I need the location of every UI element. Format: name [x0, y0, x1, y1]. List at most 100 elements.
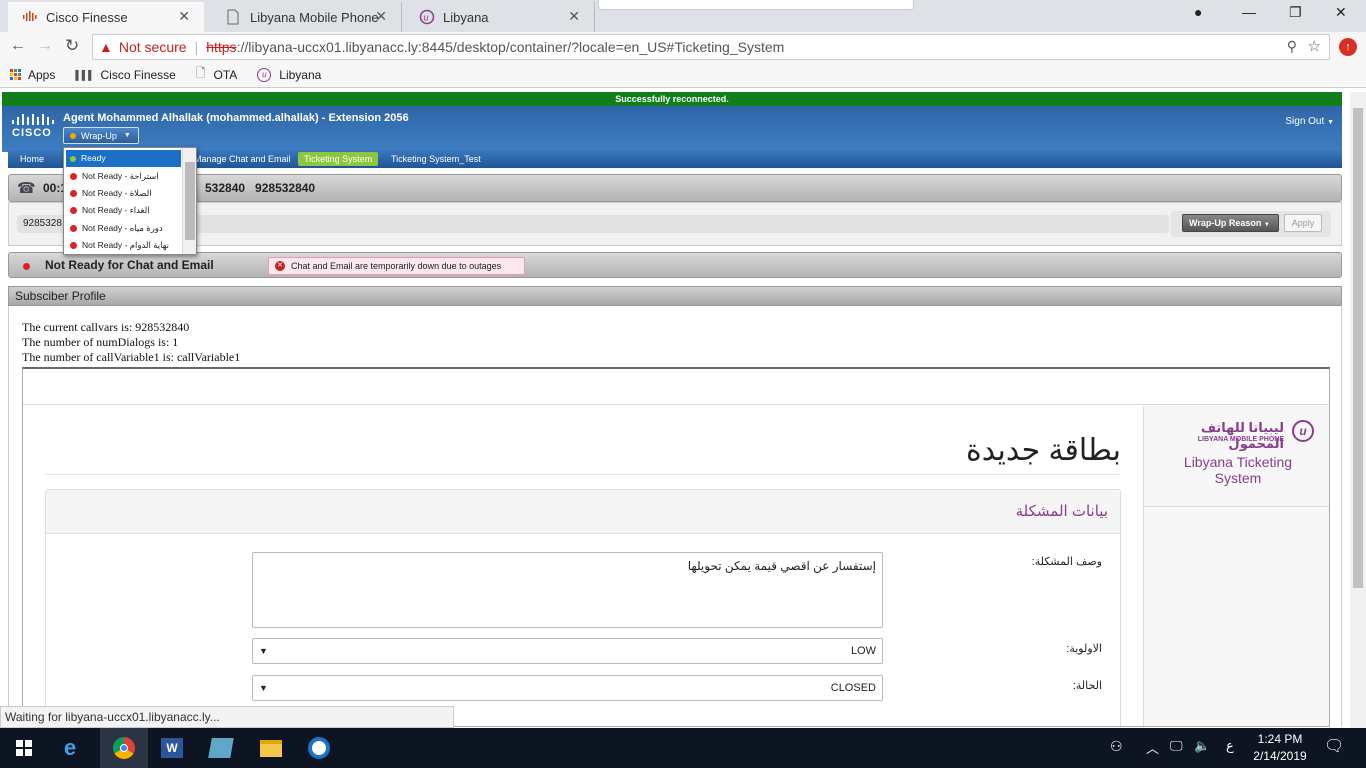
clock[interactable]: 1:24 PM 2/14/2019 [1248, 731, 1312, 765]
start-windows-icon[interactable] [16, 740, 32, 759]
priority-select[interactable]: ▼ LOW [252, 638, 883, 664]
menu-scrollbar[interactable] [182, 148, 196, 254]
page-title: بطاقة جديدة [966, 434, 1121, 467]
phone-icon: ☎ [17, 180, 36, 197]
wrapup-status-icon [70, 132, 76, 139]
brand-english: LIBYANA MOBILE PHONE [1197, 436, 1284, 443]
problem-section: بيانات المشكلة وصف المشكلة: إستفسار عن ا… [45, 489, 1121, 726]
back-icon[interactable]: ← [10, 37, 26, 55]
page-icon: 🗋 [195, 66, 206, 80]
update-icon[interactable]: ↑ [1339, 38, 1357, 56]
status-label: الحالة: [1072, 680, 1102, 692]
apps-grid-icon [10, 69, 21, 80]
not-ready-status-icon [70, 172, 77, 180]
wrapup-reason-label: Wrap-Up Reason [1189, 218, 1262, 228]
chevron-up-icon[interactable]: ︿ [1146, 738, 1159, 757]
chevron-down-icon: ▼ [123, 132, 131, 139]
wrapup-reason-button[interactable]: Wrap-Up Reason ▼ [1182, 214, 1279, 232]
close-tab-icon[interactable]: ✕ [568, 8, 580, 25]
divider [1144, 506, 1329, 507]
omnibox[interactable]: ▲ Not secure | https ://libyana-uccx01.l… [92, 34, 1330, 60]
state-option-not-ready[interactable]: Not Ready - نهاية الدوام [64, 237, 196, 254]
ticketing-iframe: ليبيانا للهاتف المحمول LIBYANA MOBILE PH… [22, 367, 1330, 727]
tab-home[interactable]: Home [14, 152, 50, 166]
minimize-icon[interactable]: — [1242, 4, 1256, 20]
bookmark-ota[interactable]: 🗋 OTA [196, 64, 237, 85]
chat-status-bar: Not Ready for Chat and Email ✕ Chat and … [8, 252, 1342, 278]
notifications-icon[interactable]: 🗨 [1324, 736, 1344, 756]
windows-taskbar: e W ⚇ ︿ 🖵 🔈 ع 1:24 PM 2/14/2019 🗨 [0, 728, 1366, 768]
option-label: Not Ready - استراحة [82, 170, 159, 181]
state-option-ready[interactable]: Ready [66, 150, 181, 168]
description-textarea[interactable]: إستفسار عن اقصي قيمة يمكن تحويلها [252, 552, 883, 628]
scroll-thumb[interactable] [1353, 108, 1363, 588]
option-label: Not Ready - نهاية الدوام [82, 240, 170, 251]
brand-sidebar: ليبيانا للهاتف المحمول LIBYANA MOBILE PH… [1143, 406, 1329, 726]
profile-line: The number of callVariable1 is: callVari… [22, 350, 241, 364]
network-icon[interactable]: 🖵 [1170, 738, 1183, 754]
state-option-not-ready[interactable]: Not Ready - استراحة [64, 167, 196, 184]
option-label: Not Ready - الصلاة [82, 187, 152, 198]
profile-icon[interactable]: ● [1194, 4, 1202, 20]
tab-libyana[interactable]: u Libyana ✕ [405, 2, 595, 32]
tab-libyana-mobile[interactable]: Libyana Mobile Phone ✕ [212, 2, 402, 32]
ready-status-icon [70, 155, 76, 162]
internet-explorer-icon[interactable]: e [64, 735, 76, 761]
not-ready-status-icon [70, 207, 77, 215]
tab-ticketing-system-test[interactable]: Ticketing System_Test [385, 152, 487, 166]
file-explorer-icon[interactable] [260, 740, 282, 757]
state-option-not-ready[interactable]: Not Ready - دورة مياه [64, 220, 196, 237]
new-tab-area[interactable] [598, 0, 914, 10]
remote-app-icon[interactable] [308, 737, 330, 759]
section-title: بيانات المشكلة [1015, 503, 1108, 520]
bookmark-label: Apps [28, 67, 56, 82]
chevron-down-icon: ▼ [1263, 222, 1270, 228]
chat-status-label[interactable]: Not Ready for Chat and Email [45, 258, 214, 272]
tab-title: Libyana Mobile Phone [250, 9, 379, 25]
scroll-thumb[interactable] [185, 162, 195, 240]
cisco-bookmark-icon: ▌▌▌ [75, 69, 95, 80]
close-tab-icon[interactable]: ✕ [375, 8, 387, 25]
tab-manage-chat-email[interactable]: Manage Chat and Email [188, 152, 297, 166]
libyana-favicon-icon: u [257, 67, 272, 82]
error-icon: ✕ [275, 261, 285, 271]
app-icon[interactable] [208, 738, 234, 758]
apply-button[interactable]: Apply [1284, 214, 1322, 232]
reconnected-banner: Successfully reconnected. [2, 92, 1342, 106]
subscriber-profile-header: Subsciber Profile [8, 286, 1342, 306]
bookmark-libyana[interactable]: u Libyana [257, 67, 321, 82]
browser-tab-bar: Cisco Finesse ✕ Libyana Mobile Phone ✕ u… [0, 0, 1366, 32]
word-icon[interactable]: W [161, 738, 183, 758]
status-select[interactable]: ▼ CLOSED [252, 675, 883, 701]
input-language[interactable]: ع [1226, 738, 1234, 754]
libyana-logo-icon: u [1292, 420, 1314, 442]
sign-out-button[interactable]: Sign Out ▼ [1285, 116, 1334, 127]
url-scheme: https [206, 39, 237, 55]
close-tab-icon[interactable]: ✕ [178, 8, 190, 25]
close-window-icon[interactable]: ✕ [1335, 4, 1347, 21]
state-option-not-ready[interactable]: Not Ready - الغداء [64, 202, 196, 219]
chevron-down-icon: ▼ [1327, 119, 1334, 126]
option-label: Not Ready - دورة مياه [82, 222, 163, 233]
finesse-header: CISCO Agent Mohammed Alhallak (mohammed.… [2, 106, 1342, 152]
people-icon[interactable]: ⚇ [1110, 738, 1123, 755]
security-label[interactable]: Not secure [119, 39, 187, 55]
tab-cisco-finesse[interactable]: Cisco Finesse ✕ [8, 2, 204, 32]
agent-state-button[interactable]: Wrap-Up ▼ [63, 127, 139, 144]
bookmarks-bar: Apps ▌▌▌ Cisco Finesse 🗋 OTA u Libyana [0, 62, 1366, 88]
bookmark-apps[interactable]: Apps [10, 68, 55, 82]
forward-icon[interactable]: → [37, 37, 53, 55]
restore-icon[interactable]: ❐ [1289, 4, 1302, 21]
tab-ticketing-system[interactable]: Ticketing System [298, 152, 379, 166]
zoom-icon[interactable]: ⚲ [1287, 38, 1297, 55]
subscriber-profile-title: Subsciber Profile [15, 289, 106, 303]
page-scrollbar[interactable] [1350, 92, 1366, 728]
bookmark-star-icon[interactable]: ☆ [1308, 37, 1321, 55]
chrome-taskbar-button[interactable] [100, 728, 148, 768]
reload-icon[interactable]: ↻ [65, 36, 79, 56]
divider [45, 474, 1121, 475]
bookmark-cisco-finesse[interactable]: ▌▌▌ Cisco Finesse [75, 68, 176, 82]
volume-icon[interactable]: 🔈 [1194, 738, 1210, 754]
not-ready-status-icon [70, 224, 77, 232]
state-option-not-ready[interactable]: Not Ready - الصلاة [64, 185, 196, 202]
